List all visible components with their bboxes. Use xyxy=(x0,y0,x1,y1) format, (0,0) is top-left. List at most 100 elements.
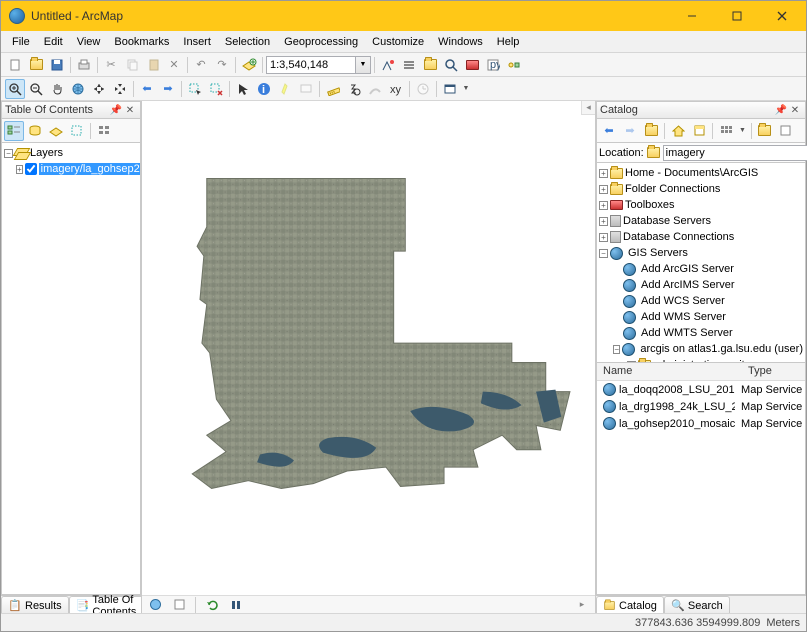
search-tab[interactable]: 🔍Search xyxy=(664,596,730,613)
html-popup-tool[interactable] xyxy=(296,79,316,99)
pin-icon[interactable]: 📌 xyxy=(109,105,123,116)
cat-home-button[interactable] xyxy=(668,121,688,141)
forward-button[interactable]: ➡ xyxy=(158,79,178,99)
view-dropdown[interactable]: ▼ xyxy=(737,127,748,134)
select-elements-tool[interactable] xyxy=(233,79,253,99)
catalog-window-button[interactable] xyxy=(420,55,440,75)
layer-checkbox[interactable] xyxy=(25,163,37,175)
col-name[interactable]: Name xyxy=(597,363,742,380)
menu-help[interactable]: Help xyxy=(490,33,527,51)
expand-icon[interactable]: + xyxy=(16,165,23,174)
scale-input[interactable] xyxy=(266,56,356,74)
python-button[interactable]: py xyxy=(483,55,503,75)
list-item[interactable]: la_doqq2008_LSU_2016Map Service xyxy=(597,381,805,398)
server-connection-node[interactable]: −arcgis on atlas1.ga.lsu.edu (user) xyxy=(599,341,803,357)
pause-button[interactable] xyxy=(226,595,246,615)
menu-bookmarks[interactable]: Bookmarks xyxy=(107,33,176,51)
fixed-zoom-in-button[interactable] xyxy=(89,79,109,99)
time-slider-button[interactable] xyxy=(413,79,433,99)
search-window-button[interactable] xyxy=(441,55,461,75)
fixed-zoom-out-button[interactable] xyxy=(110,79,130,99)
find-route-button[interactable] xyxy=(365,79,385,99)
redo-button[interactable]: ↷ xyxy=(212,55,232,75)
select-features-tool[interactable] xyxy=(185,79,205,99)
menu-insert[interactable]: Insert xyxy=(176,33,218,51)
clear-selection-button[interactable] xyxy=(206,79,226,99)
zoom-in-tool[interactable] xyxy=(5,79,25,99)
close-panel-icon[interactable]: ✕ xyxy=(123,105,137,116)
pin-icon[interactable]: 📌 xyxy=(774,105,788,116)
data-view-button[interactable] xyxy=(145,595,165,615)
viewer-dropdown[interactable]: ▼ xyxy=(461,79,471,99)
layers-node[interactable]: − Layers xyxy=(4,145,138,161)
results-tab[interactable]: 📋Results xyxy=(1,596,69,613)
catalog-header[interactable]: Catalog 📌 ✕ xyxy=(596,101,806,119)
location-input[interactable] xyxy=(663,145,807,161)
menu-file[interactable]: File xyxy=(5,33,37,51)
layer-node[interactable]: + imagery/la_gohsep2010_ xyxy=(4,161,138,177)
list-item[interactable]: la_drg1998_24k_LSU_2016Map Service xyxy=(597,398,805,415)
toc-tab[interactable]: 📑Table Of Contents xyxy=(69,596,144,613)
options-button[interactable] xyxy=(94,121,114,141)
menu-customize[interactable]: Customize xyxy=(365,33,431,51)
col-type[interactable]: Type xyxy=(742,363,778,380)
goto-xy-button[interactable]: xy xyxy=(386,79,406,99)
map-expand-left[interactable]: ▸ xyxy=(572,595,592,615)
arctoolbox-button[interactable] xyxy=(462,55,482,75)
editor-toolbar-button[interactable] xyxy=(378,55,398,75)
map-scale[interactable]: ▼ xyxy=(266,56,371,74)
catalog-tab[interactable]: Catalog xyxy=(596,596,664,613)
find-tool[interactable] xyxy=(344,79,364,99)
scale-dropdown[interactable]: ▼ xyxy=(356,56,371,74)
full-extent-button[interactable] xyxy=(68,79,88,99)
maximize-button[interactable] xyxy=(714,2,759,30)
modelbuilder-button[interactable] xyxy=(504,55,524,75)
zoom-out-tool[interactable] xyxy=(26,79,46,99)
toc-header[interactable]: Table Of Contents 📌 ✕ xyxy=(1,101,141,119)
menu-view[interactable]: View xyxy=(70,33,108,51)
cat-back-button[interactable]: ⬅ xyxy=(599,121,619,141)
view-menu-button[interactable] xyxy=(716,121,736,141)
menu-geoprocessing[interactable]: Geoprocessing xyxy=(277,33,365,51)
hyperlink-tool[interactable] xyxy=(275,79,295,99)
catalog-tree[interactable]: +Home - Documents\ArcGIS +Folder Connect… xyxy=(596,163,806,363)
identify-tool[interactable]: i xyxy=(254,79,274,99)
map-canvas[interactable]: ◂ xyxy=(142,101,595,595)
map-expand-right[interactable]: ◂ xyxy=(581,101,595,115)
list-by-selection-button[interactable] xyxy=(67,121,87,141)
list-item[interactable]: la_gohsep2010_mosaic_LSU_2016Map Service xyxy=(597,415,805,432)
list-by-source-button[interactable] xyxy=(25,121,45,141)
connect-folder-button[interactable] xyxy=(755,121,775,141)
collapse-icon[interactable]: − xyxy=(4,149,13,158)
copy-button[interactable] xyxy=(122,55,142,75)
undo-button[interactable]: ↶ xyxy=(191,55,211,75)
menu-selection[interactable]: Selection xyxy=(218,33,277,51)
measure-tool[interactable] xyxy=(323,79,343,99)
cat-forward-button[interactable]: ➡ xyxy=(620,121,640,141)
add-data-button[interactable] xyxy=(239,55,259,75)
close-button[interactable] xyxy=(759,2,804,30)
layout-view-button[interactable] xyxy=(169,595,189,615)
new-button[interactable] xyxy=(5,55,25,75)
details-list[interactable]: la_doqq2008_LSU_2016Map Service la_drg19… xyxy=(597,381,805,594)
gis-servers-node[interactable]: −GIS Servers xyxy=(599,245,803,261)
close-panel-icon[interactable]: ✕ xyxy=(788,105,802,116)
pan-tool[interactable] xyxy=(47,79,67,99)
save-button[interactable] xyxy=(47,55,67,75)
back-button[interactable]: ⬅ xyxy=(137,79,157,99)
layer-label[interactable]: imagery/la_gohsep2010_ xyxy=(39,163,141,175)
toc-button[interactable] xyxy=(399,55,419,75)
delete-button[interactable]: ✕ xyxy=(164,55,184,75)
paste-button[interactable] xyxy=(143,55,163,75)
print-button[interactable] xyxy=(74,55,94,75)
refresh-button[interactable] xyxy=(202,595,222,615)
menu-windows[interactable]: Windows xyxy=(431,33,490,51)
list-by-drawing-order-button[interactable] xyxy=(4,121,24,141)
toggle-contents-button[interactable] xyxy=(689,121,709,141)
menu-edit[interactable]: Edit xyxy=(37,33,70,51)
minimize-button[interactable] xyxy=(669,2,714,30)
list-by-visibility-button[interactable] xyxy=(46,121,66,141)
open-button[interactable] xyxy=(26,55,46,75)
cut-button[interactable]: ✂ xyxy=(101,55,121,75)
options-button[interactable] xyxy=(776,121,796,141)
